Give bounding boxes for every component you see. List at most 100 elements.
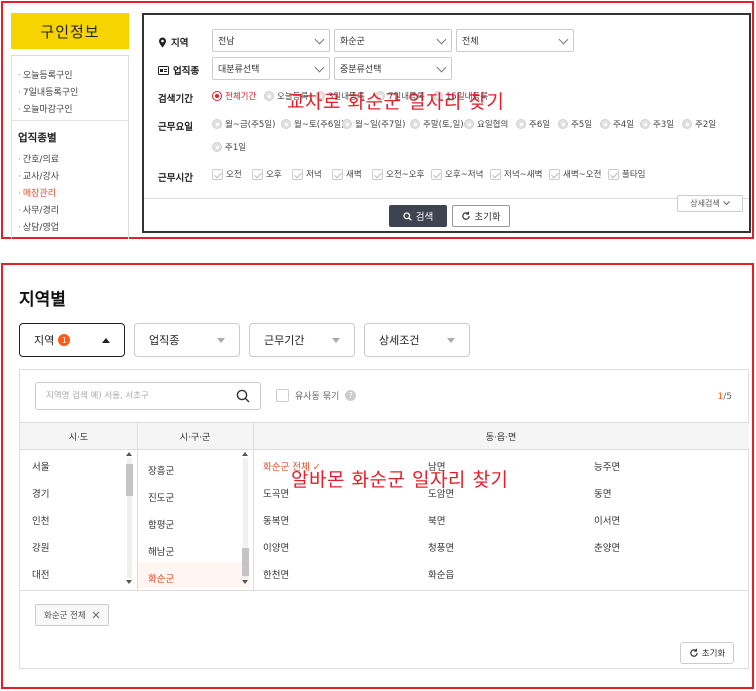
days-option-label: 주1일 — [225, 143, 247, 153]
detail-dropdown-label: 상세조건 — [379, 334, 420, 347]
location-pin-icon — [159, 37, 166, 47]
hours-option[interactable]: 새벽 — [332, 168, 362, 180]
similar-dong-toggle[interactable]: 유사동 묶기 ? — [276, 389, 357, 402]
col-head-dong: 동·읍·면 — [253, 422, 749, 450]
sidebar-item-store[interactable]: 매장관리 — [18, 186, 56, 199]
dong-item[interactable]: 청풍면 — [428, 540, 454, 554]
days-option[interactable]: 주6일 — [516, 118, 550, 130]
reset-button[interactable]: 초기화 — [452, 205, 510, 227]
sidebar-item-teacher[interactable]: 교사/강사 — [18, 169, 59, 182]
list-item[interactable]: 해남군 — [148, 544, 174, 558]
dong-item[interactable]: 이양면 — [263, 540, 289, 554]
list-item[interactable]: 대전 — [32, 567, 49, 581]
hours-option[interactable]: 저녁 — [292, 168, 322, 180]
close-icon[interactable] — [92, 611, 100, 619]
dong-item[interactable]: 북면 — [428, 513, 445, 527]
checkbox-icon — [372, 168, 383, 180]
left-sidebar: 오늘등록구인 7일내등록구인 오늘마감구인 업직종별 간호/의료 교사/강사 매… — [11, 55, 129, 239]
hours-option-label: 새벽 — [346, 170, 362, 180]
scroll-thumb[interactable] — [126, 464, 133, 496]
radio-icon — [281, 119, 291, 129]
list-item[interactable]: 강원 — [32, 540, 49, 554]
hours-option[interactable]: 오후~저녁 — [431, 168, 483, 180]
days-option[interactable]: 주4일 — [600, 118, 634, 130]
search-button[interactable]: 검색 — [389, 205, 447, 227]
chevron-down-icon — [558, 34, 569, 45]
sidebar-item-medical[interactable]: 간호/의료 — [18, 152, 59, 165]
chip-label: 화순군 전체 — [44, 611, 86, 621]
hours-option[interactable]: 오전 — [212, 168, 242, 180]
sidebar-item-sales[interactable]: 상담/영업 — [18, 220, 59, 233]
checkbox-icon — [608, 168, 619, 180]
scroll-thumb[interactable] — [242, 548, 249, 576]
list-item[interactable]: 장흥군 — [148, 463, 174, 477]
dong-item[interactable]: 한천면 — [263, 567, 289, 581]
region-picker: 유사동 묶기 ? 1/5 시·도 시·구·군 동·읍·면 서울 경기 인천 강원… — [19, 369, 749, 669]
dong-item[interactable]: 춘양면 — [594, 540, 620, 554]
sigungu-scrollbar[interactable] — [241, 452, 250, 584]
town-select[interactable]: 전체 — [456, 29, 574, 52]
chevron-down-icon — [314, 62, 325, 73]
list-item[interactable]: 진도군 — [148, 490, 174, 504]
hours-option[interactable]: 새벽~오전 — [549, 168, 601, 180]
detail-search-button[interactable]: 상세검색 — [677, 195, 743, 212]
search-icon[interactable] — [236, 389, 250, 403]
province-value: 전남 — [218, 37, 235, 47]
list-item-selected[interactable]: 화순군 — [148, 571, 174, 585]
dong-item[interactable]: 능주면 — [594, 459, 620, 473]
period-option-all[interactable]: 전체기간 — [212, 90, 256, 102]
list-item[interactable]: 함평군 — [148, 517, 174, 531]
dong-item[interactable]: 이서면 — [594, 513, 620, 527]
hours-option[interactable]: 오후 — [252, 168, 282, 180]
province-select[interactable]: 전남 — [212, 29, 330, 52]
dong-item[interactable]: 동복면 — [263, 513, 289, 527]
dong-item[interactable]: 화순읍 — [428, 567, 454, 581]
county-select[interactable]: 화순군 — [334, 29, 452, 52]
hours-label: 근무시간 — [158, 173, 193, 184]
sidebar-item-closing[interactable]: 오늘마감구인 — [18, 102, 73, 115]
site-logo[interactable]: 구인정보 — [11, 13, 129, 49]
days-option[interactable]: 주5일 — [558, 118, 592, 130]
days-option[interactable]: 월~금(주5일) — [212, 118, 275, 130]
period-dropdown[interactable]: 근무기간 — [249, 323, 355, 357]
region-search-input[interactable] — [46, 391, 226, 401]
job-dropdown[interactable]: 업직종 — [134, 323, 240, 357]
sidebar-item-7days[interactable]: 7일내등록구인 — [18, 85, 78, 98]
detail-dropdown[interactable]: 상세조건 — [364, 323, 470, 357]
col-head-sido: 시·도 — [20, 422, 137, 450]
radio-icon — [464, 119, 474, 129]
help-icon[interactable]: ? — [345, 390, 357, 401]
days-option-label: 요일협의 — [477, 120, 509, 130]
days-option[interactable]: 주2일 — [682, 118, 716, 130]
list-item[interactable]: 경기 — [32, 486, 49, 500]
list-item[interactable]: 서울 — [32, 459, 49, 473]
panel2-caption: 알바몬 화순군 일자리 찾기 — [291, 469, 509, 491]
page-indicator: 1/5 — [718, 392, 733, 402]
job-major-select[interactable]: 대분류선택 — [212, 57, 330, 80]
days-option[interactable]: 월~일(주7일) — [342, 118, 405, 130]
region-dropdown[interactable]: 지역 1 — [19, 323, 125, 357]
sidebar-item-today[interactable]: 오늘등록구인 — [18, 68, 73, 81]
days-option[interactable]: 요일협의 — [464, 118, 508, 130]
selected-region-chip[interactable]: 화순군 전체 — [35, 604, 109, 626]
hours-option[interactable]: 오전~오후 — [372, 168, 424, 180]
days-option[interactable]: 주1일 — [212, 141, 246, 153]
days-option[interactable]: 월~토(주6일) — [281, 118, 344, 130]
sido-scrollbar[interactable] — [125, 452, 134, 584]
refresh-icon — [462, 211, 471, 220]
days-option-label: 주6일 — [529, 120, 551, 130]
reset-button[interactable]: 초기화 — [680, 642, 734, 664]
sidebar-item-office[interactable]: 사무/경리 — [18, 203, 59, 216]
hours-option[interactable]: 풀타임 — [608, 168, 645, 180]
days-option[interactable]: 주말(토,일) — [410, 118, 464, 130]
scroll-down-icon — [242, 580, 248, 584]
dong-item[interactable]: 도곡면 — [263, 486, 289, 500]
days-option[interactable]: 주3일 — [640, 118, 674, 130]
list-item[interactable]: 인천 — [32, 513, 49, 527]
days-option-label: 월~금(주5일) — [225, 120, 276, 130]
hours-option[interactable]: 저녁~새벽 — [490, 168, 542, 180]
dong-item[interactable]: 동면 — [594, 486, 611, 500]
job-minor-select[interactable]: 중분류선택 — [334, 57, 452, 80]
town-value: 전체 — [462, 37, 479, 47]
triangle-up-icon — [102, 338, 110, 343]
